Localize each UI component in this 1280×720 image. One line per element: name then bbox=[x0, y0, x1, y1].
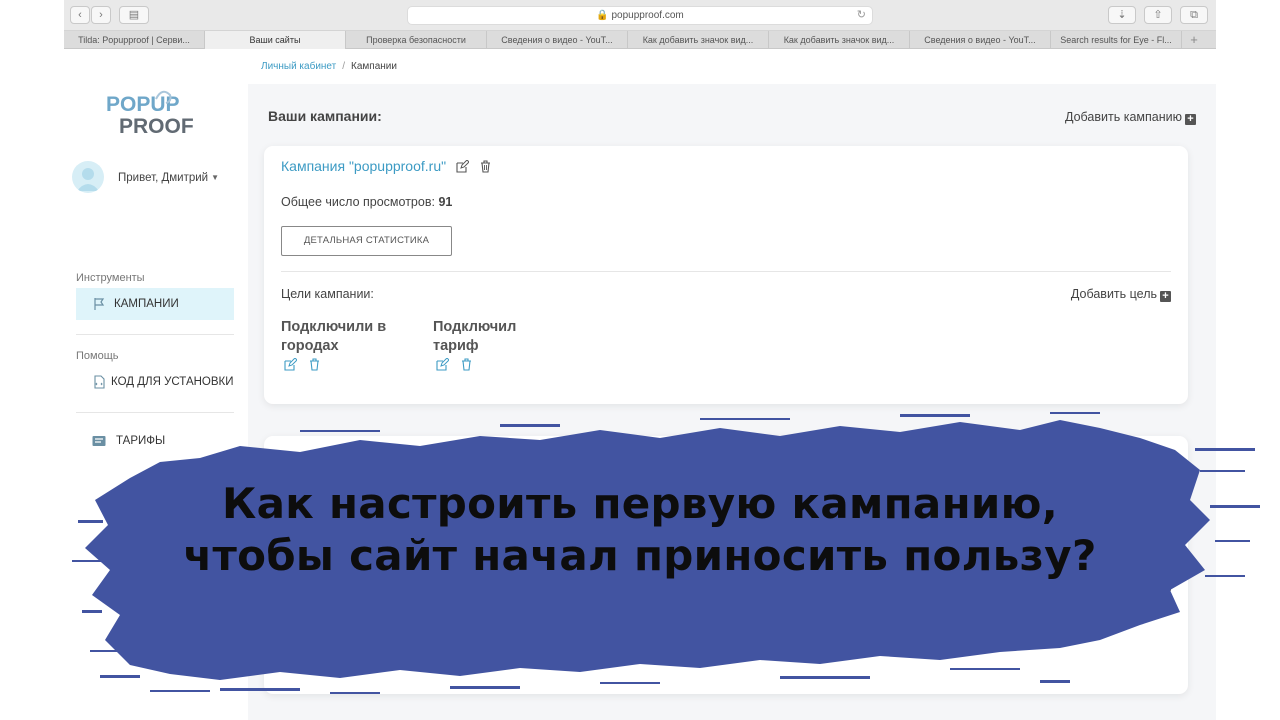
sidebar-item-label: КАМПАНИИ bbox=[114, 298, 179, 310]
edit-icon[interactable] bbox=[284, 357, 298, 371]
main-content: Личный кабинет / Кампании Ваши кампании: Д… bbox=[248, 49, 1216, 720]
browser-tab[interactable]: Как добавить значок вид... bbox=[628, 31, 769, 49]
trash-icon[interactable] bbox=[308, 358, 321, 371]
chevron-down-icon: ▼ bbox=[211, 173, 220, 182]
sidebar-item-label: КОД ДЛЯ УСТАНОВКИ bbox=[111, 376, 234, 388]
edit-icon[interactable] bbox=[456, 160, 469, 173]
sidebar-item-campaigns[interactable]: КАМПАНИИ bbox=[76, 288, 234, 320]
breadcrumb-separator: / bbox=[342, 61, 346, 72]
popupproof-logo[interactable]: POPUP PROOF bbox=[104, 89, 214, 138]
section-label-tools: Инструменты bbox=[76, 272, 145, 284]
overlay-line: чтобы сайт начал приносить пользу? bbox=[183, 531, 1097, 580]
new-tab-button[interactable]: + bbox=[1182, 31, 1206, 48]
browser-tab[interactable]: Сведения о видео - YouT... bbox=[487, 31, 628, 49]
logo-text-bottom: PROOF bbox=[119, 115, 194, 137]
campaign-title-row: Кампания "popupproof.ru" bbox=[281, 158, 492, 174]
add-goal-button[interactable]: Добавить цель + bbox=[1071, 287, 1171, 302]
page-title: Ваши кампании: bbox=[268, 108, 382, 124]
user-menu[interactable]: Привет, Дмитрий ▼ bbox=[72, 161, 242, 193]
browser-tab[interactable]: Сведения о видео - YouT... bbox=[910, 31, 1051, 49]
sidebar-item-label: ТАРИФЫ bbox=[116, 435, 166, 447]
address-bar[interactable]: 🔒 popupproof.com ↻ bbox=[407, 6, 873, 25]
share-icon[interactable]: ⇧ bbox=[1144, 6, 1172, 24]
add-goal-label: Добавить цель bbox=[1070, 287, 1157, 301]
sidebar-divider bbox=[76, 412, 234, 413]
total-views: Общее число просмотров: 91 bbox=[281, 195, 452, 209]
browser-tab[interactable]: Проверка безопасности bbox=[346, 31, 487, 49]
url-text: popupproof.com bbox=[611, 10, 684, 21]
tabs-overview-icon[interactable]: ⧉ bbox=[1180, 6, 1208, 24]
add-campaign-button[interactable]: Добавить кампанию + bbox=[1065, 110, 1196, 125]
browser-tab-active[interactable]: Ваши сайты bbox=[205, 31, 346, 49]
sidebar-item-tariffs[interactable]: ТАРИФЫ bbox=[76, 425, 234, 457]
sidebar-divider bbox=[76, 334, 234, 335]
user-greeting[interactable]: Привет, Дмитрий ▼ bbox=[118, 172, 219, 184]
trash-icon[interactable] bbox=[460, 358, 473, 371]
card-divider bbox=[281, 271, 1171, 272]
browser-toolbar: ‹ › ▤ 🔒 popupproof.com ↻ ⇣ ⇧ ⧉ bbox=[64, 0, 1216, 31]
back-button[interactable]: ‹ bbox=[70, 6, 90, 24]
section-label-help: Помощь bbox=[76, 350, 119, 362]
total-views-label: Общее число просмотров: bbox=[281, 195, 435, 209]
goal-actions bbox=[436, 357, 496, 376]
detailed-stats-button[interactable]: ДЕТАЛЬНАЯ СТАТИСТИКА bbox=[281, 226, 452, 256]
breadcrumb-current: Кампании bbox=[351, 61, 397, 72]
breadcrumb: Личный кабинет / Кампании bbox=[248, 49, 1216, 84]
goal-actions bbox=[284, 357, 344, 376]
forward-button[interactable]: › bbox=[91, 6, 111, 24]
plus-square-icon: + bbox=[1160, 291, 1171, 302]
download-icon[interactable]: ⇣ bbox=[1108, 6, 1136, 24]
campaign-title-link[interactable]: Кампания "popupproof.ru" bbox=[281, 158, 446, 174]
goal-title: Подключили в городах bbox=[281, 319, 387, 354]
avatar bbox=[72, 161, 104, 193]
browser-window: ‹ › ▤ 🔒 popupproof.com ↻ ⇣ ⇧ ⧉ Tilda: Po… bbox=[64, 0, 1216, 720]
tab-bar: Tilda: Popupproof | Серви... Ваши сайты … bbox=[64, 31, 1216, 49]
goals-label: Цели кампании: bbox=[281, 287, 374, 301]
browser-tab[interactable]: Как добавить значок вид... bbox=[769, 31, 910, 49]
overlay-line: Как настроить первую кампанию, bbox=[221, 479, 1059, 528]
add-campaign-label: Добавить кампанию bbox=[1065, 110, 1182, 124]
plus-square-icon: + bbox=[1185, 114, 1196, 125]
overlay-headline: Как настроить первую кампанию, чтобы сай… bbox=[120, 478, 1160, 582]
goal-title: Подключил тариф bbox=[433, 319, 517, 354]
sidebar-toggle-icon[interactable]: ▤ bbox=[119, 6, 149, 24]
flag-icon bbox=[94, 298, 105, 310]
list-card-icon bbox=[92, 436, 106, 446]
breadcrumb-home-link[interactable]: Личный кабинет bbox=[261, 61, 336, 72]
campaign-card: Кампания "popupproof.ru" Общее число про… bbox=[264, 146, 1188, 404]
reload-icon[interactable]: ↻ bbox=[857, 7, 866, 24]
sidebar: POPUP PROOF Привет, Дмитрий ▼ Инструменты… bbox=[64, 49, 248, 720]
file-code-icon bbox=[94, 375, 105, 389]
trash-icon[interactable] bbox=[479, 160, 492, 173]
user-greeting-text: Привет, Дмитрий bbox=[118, 172, 209, 184]
browser-tab[interactable]: Tilda: Popupproof | Серви... bbox=[64, 31, 205, 49]
logo-text-top: POPUP bbox=[106, 93, 180, 116]
edit-icon[interactable] bbox=[436, 357, 450, 371]
browser-tab[interactable]: Search results for Eye - Fl... bbox=[1051, 31, 1182, 49]
sidebar-item-install-code[interactable]: КОД ДЛЯ УСТАНОВКИ bbox=[76, 366, 234, 398]
lock-icon: 🔒 bbox=[596, 10, 609, 21]
plus-square-icon: + bbox=[1160, 580, 1171, 591]
total-views-value: 91 bbox=[438, 195, 453, 209]
